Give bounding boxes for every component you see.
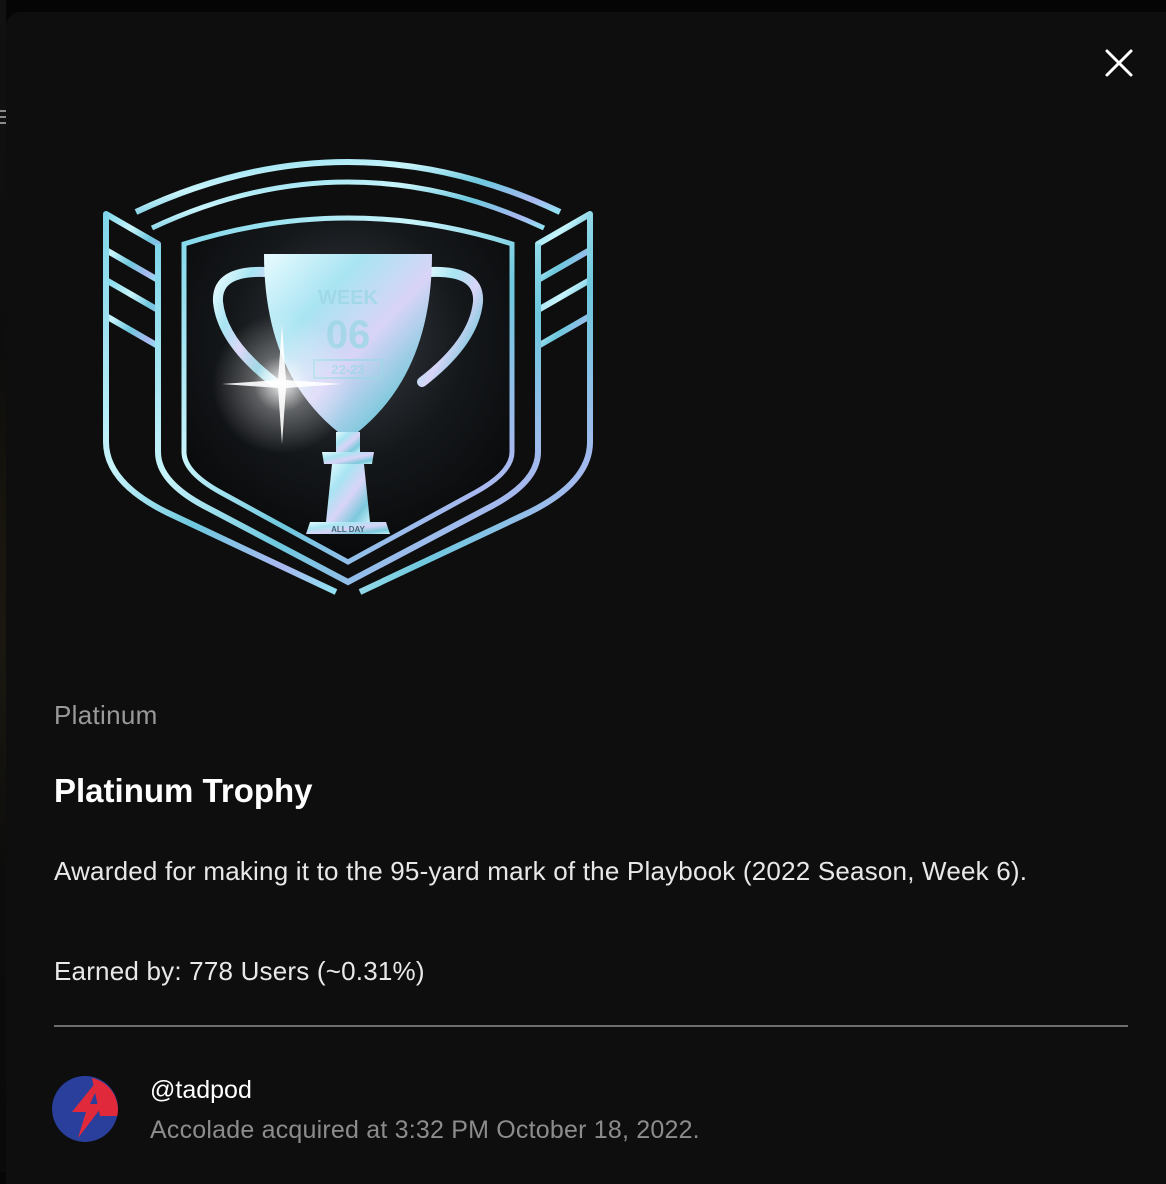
badge-base-text: ALL DAY xyxy=(331,525,365,534)
divider xyxy=(54,1025,1128,1027)
owner-username[interactable]: @tadpod xyxy=(150,1076,252,1105)
accolade-description: Awarded for making it to the 95-yard mar… xyxy=(54,856,1028,886)
badge-week-label: WEEK xyxy=(318,287,379,309)
accolade-title: Platinum Trophy xyxy=(54,772,313,809)
accolade-tier: Platinum xyxy=(54,700,158,730)
acquired-timestamp: Accolade acquired at 3:32 PM October 18,… xyxy=(150,1116,700,1144)
avatar[interactable] xyxy=(52,1076,118,1142)
lightning-bolt-icon xyxy=(52,1076,118,1142)
accolade-modal: WEEK 06 22-23 ALL DAY Platinum Platinum … xyxy=(6,12,1166,1184)
close-button[interactable] xyxy=(1100,44,1138,82)
trophy-shield-icon: WEEK 06 22-23 ALL DAY xyxy=(103,159,593,595)
earned-by-stat: Earned by: 778 Users (~0.31%) xyxy=(54,956,425,986)
close-icon xyxy=(1105,49,1133,77)
